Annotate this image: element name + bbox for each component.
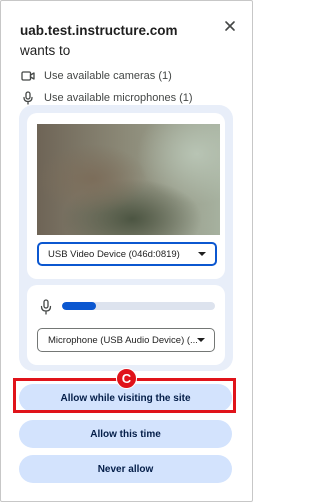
microphone-select-value: Microphone (USB Audio Device) (...: [48, 334, 197, 346]
camera-icon: [20, 68, 36, 84]
microphone-card: [27, 285, 225, 365]
permission-camera-label: Use available cameras (1): [44, 70, 172, 82]
close-icon[interactable]: [223, 19, 237, 33]
microphone-level-meter: [62, 302, 215, 310]
microphone-icon: [40, 299, 52, 315]
microphone-select[interactable]: Microphone (USB Audio Device) (...: [37, 328, 215, 352]
site-name: uab.test.instructure.com: [20, 23, 178, 38]
allow-this-time-button[interactable]: Allow this time: [19, 420, 232, 448]
camera-preview: [37, 124, 220, 235]
dialog-title: uab.test.instructure.com wants to: [20, 21, 215, 61]
microphone-icon: [20, 90, 36, 106]
dropdown-arrow-icon: [198, 252, 206, 256]
camera-select[interactable]: USB Video Device (046d:0819): [37, 242, 217, 266]
permission-microphone-label: Use available microphones (1): [44, 92, 193, 104]
title-suffix: wants to: [20, 43, 71, 58]
dropdown-arrow-icon: [197, 338, 205, 342]
camera-select-value: USB Video Device (046d:0819): [48, 248, 180, 260]
never-allow-button[interactable]: Never allow: [19, 455, 232, 483]
microphone-level-fill: [62, 302, 96, 310]
annotation-badge: C: [116, 368, 137, 389]
permission-camera: Use available cameras (1): [20, 67, 172, 85]
